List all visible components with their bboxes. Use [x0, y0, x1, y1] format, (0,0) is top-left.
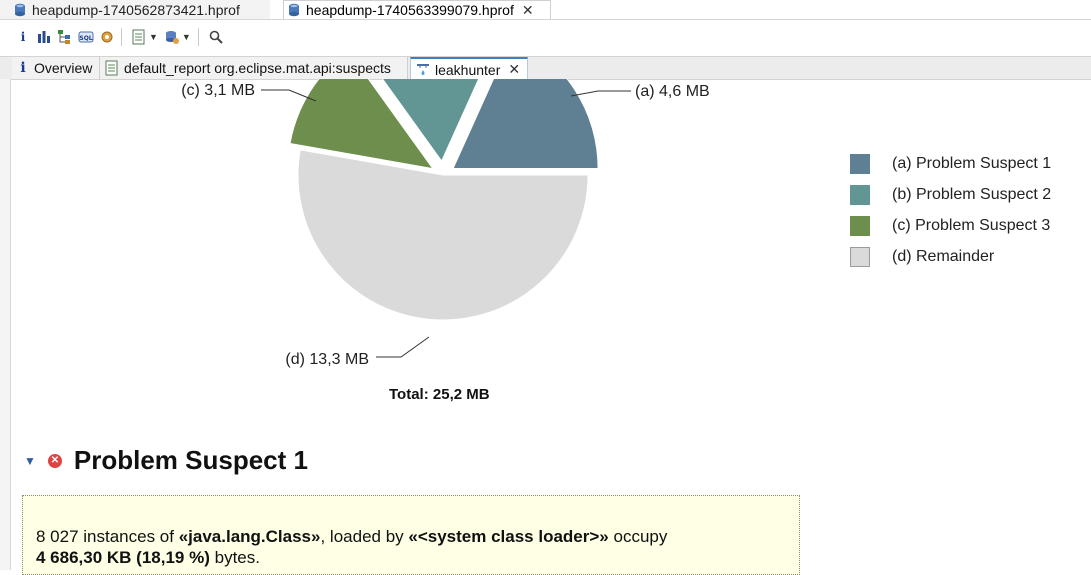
legend-label: (c) Problem Suspect 3 [892, 216, 1051, 234]
editor-tab-bar: heapdump-1740562873421.hprof heapdump-17… [0, 0, 1091, 20]
dominator-tree-icon[interactable] [56, 28, 74, 46]
database-icon [289, 3, 299, 17]
suspect-title: Problem Suspect 1 [73, 445, 308, 475]
legend-item: (a) Problem Suspect 1 [850, 148, 1051, 179]
slice-label-d: (d) 13,3 MB [285, 351, 369, 368]
close-icon[interactable]: ✕ [522, 2, 534, 19]
slice-label-a: (a) 4,6 MB [635, 83, 710, 100]
chart-total: Total: 25,2 MB [389, 386, 490, 403]
report-icon [105, 60, 118, 76]
left-gutter [0, 79, 11, 570]
pie-chart: (a) 4,6 MB (c) 3,1 MB (d) 13,3 MB [181, 79, 710, 368]
legend-swatch [850, 153, 870, 174]
oql-icon[interactable]: SQL [77, 28, 95, 46]
legend-swatch [850, 184, 870, 205]
legend-swatch [850, 215, 870, 236]
legend-label: (d) Remainder [892, 247, 995, 265]
editor-tab-label: heapdump-1740563399079.hprof [306, 2, 514, 18]
suspect-description: 8 027 instances of «java.lang.Class», lo… [22, 495, 800, 575]
toolbar: i SQL ▼ ▼ [0, 20, 1091, 53]
chart-legend: (a) Problem Suspect 1 (b) Problem Suspec… [850, 148, 1051, 272]
desc-text: , loaded by [320, 527, 409, 546]
pie-slice-a [452, 79, 599, 169]
desc-loader: «<system class loader>» [408, 527, 609, 546]
report-icon[interactable] [130, 28, 148, 46]
toolbar-separator [197, 27, 199, 46]
slice-leader-line-a [570, 90, 631, 97]
desc-text: 8 027 instances of [36, 527, 179, 546]
tab-label: Overview [34, 60, 93, 76]
chevron-down-icon[interactable]: ▼ [182, 32, 191, 42]
tab-label: default_report org.eclipse.mat.api:suspe… [124, 60, 391, 76]
report-tab-bar: i Overview default_report org.eclipse.ma… [0, 56, 1091, 80]
legend-label: (a) Problem Suspect 1 [892, 154, 1052, 172]
desc-text: bytes. [209, 548, 260, 567]
close-icon[interactable]: ✕ [508, 61, 520, 78]
toolbar-separator [121, 27, 122, 46]
tab-label: leakhunter [435, 61, 501, 78]
chevron-down-icon[interactable]: ▼ [149, 32, 158, 42]
suspect-header: ▼ ✕ Problem Suspect 1 [24, 445, 308, 476]
legend-item: (c) Problem Suspect 3 [850, 210, 1051, 241]
tab-overview[interactable]: i Overview [12, 57, 100, 79]
info-icon[interactable]: i [14, 28, 32, 46]
pie-slice-d [297, 149, 589, 321]
editor-tab-label: heapdump-1740562873421.hprof [32, 1, 240, 18]
settings-gear-icon[interactable] [98, 28, 116, 46]
query-browser-icon[interactable] [163, 28, 181, 46]
legend-item: (d) Remainder [850, 241, 1051, 272]
tab-default-report[interactable]: default_report org.eclipse.mat.api:suspe… [100, 57, 408, 79]
desc-size: 4 686,30 KB (18,19 %) [36, 548, 210, 567]
desc-class: «java.lang.Class» [178, 527, 321, 546]
slice-leader-line-d [376, 336, 430, 358]
editor-tab-heapdump-1[interactable]: heapdump-1740562873421.hprof [0, 0, 270, 19]
desc-text: occupy [608, 527, 668, 546]
legend-label: (b) Problem Suspect 2 [892, 185, 1052, 203]
histogram-icon[interactable] [35, 28, 53, 46]
slice-label-c: (c) 3,1 MB [181, 82, 255, 99]
error-icon: ✕ [47, 453, 62, 468]
collapse-toggle-icon[interactable]: ▼ [24, 454, 36, 468]
info-icon: i [20, 60, 26, 76]
svg-text:SQL: SQL [79, 35, 92, 42]
database-icon [15, 3, 25, 16]
legend-swatch [850, 246, 870, 267]
leak-icon [417, 63, 429, 75]
search-icon[interactable] [207, 28, 225, 46]
editor-tab-heapdump-2[interactable]: heapdump-1740563399079.hprof ✕ [283, 0, 551, 19]
tab-leakhunter[interactable]: leakhunter ✕ [410, 57, 528, 80]
legend-item: (b) Problem Suspect 2 [850, 179, 1051, 210]
